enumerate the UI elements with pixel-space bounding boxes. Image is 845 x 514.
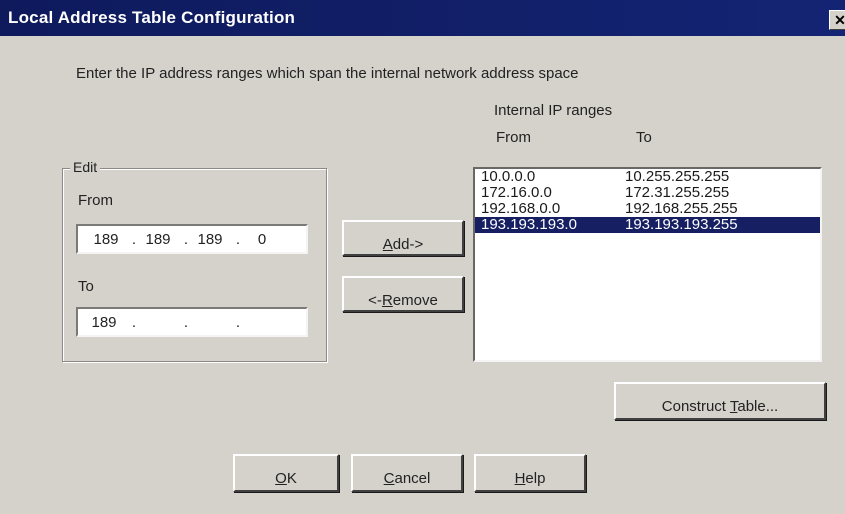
list-item[interactable]: 10.0.0.0 10.255.255.255 [475, 169, 820, 185]
window-title: Local Address Table Configuration [8, 8, 296, 27]
range-to: 10.255.255.255 [625, 168, 730, 185]
to-octet-1[interactable]: 189 [86, 314, 122, 331]
range-to: 192.168.255.255 [625, 200, 738, 217]
remove-button[interactable]: <-Remove [342, 276, 464, 312]
close-icon[interactable]: ✕ [829, 10, 845, 30]
from-dot-1: . [131, 231, 137, 248]
title-bar[interactable]: Local Address Table Configuration ✕ [0, 0, 845, 36]
from-octet-2[interactable]: 189 [140, 231, 176, 248]
list-item[interactable]: 172.16.0.0 172.31.255.255 [475, 185, 820, 201]
remove-label-pre: <- [368, 292, 382, 309]
ok-button[interactable]: OK [233, 454, 339, 492]
construct-label-post: able... [737, 398, 779, 415]
list-item-selected[interactable]: 193.193.193.0 193.193.193.255 [475, 217, 820, 233]
to-dot-3: . [235, 314, 241, 331]
cancel-label-post: ancel [394, 470, 431, 487]
help-label-post: elp [525, 470, 546, 487]
column-header-to: To [636, 129, 652, 146]
add-label-key: A [382, 236, 393, 253]
to-label: To [78, 278, 94, 295]
from-dot-2: . [183, 231, 189, 248]
from-dot-3: . [235, 231, 241, 248]
ok-label-post: K [286, 470, 297, 487]
help-label-key: H [514, 470, 526, 487]
range-from: 193.193.193.0 [481, 216, 577, 233]
to-ip-field[interactable]: 189 . . . [76, 307, 308, 337]
from-octet-3[interactable]: 189 [192, 231, 228, 248]
construct-table-button[interactable]: Construct Table... [614, 382, 826, 420]
construct-label-pre: Construct [661, 398, 730, 415]
help-button[interactable]: Help [474, 454, 586, 492]
column-header-from: From [496, 129, 531, 146]
edit-group-legend: Edit [70, 159, 101, 175]
from-octet-1[interactable]: 189 [88, 231, 124, 248]
from-label: From [78, 192, 113, 209]
to-dot-2: . [183, 314, 189, 331]
cancel-label-key: C [383, 470, 395, 487]
internal-ranges-label: Internal IP ranges [494, 102, 613, 119]
range-to: 193.193.193.255 [625, 216, 738, 233]
cancel-button[interactable]: Cancel [351, 454, 463, 492]
internal-ip-ranges-list[interactable]: 10.0.0.0 10.255.255.255 172.16.0.0 172.3… [473, 167, 822, 362]
range-from: 192.168.0.0 [481, 200, 561, 217]
remove-label-key: R [381, 292, 393, 309]
remove-label-post: emove [392, 292, 438, 309]
add-label-post: dd-> [392, 236, 424, 253]
from-ip-field[interactable]: 189 . 189 . 189 . 0 [76, 224, 308, 254]
local-address-table-dialog: Local Address Table Configuration ✕ Ente… [0, 0, 845, 514]
from-octet-4[interactable]: 0 [244, 231, 280, 248]
range-from: 10.0.0.0 [481, 168, 536, 185]
ok-label-key: O [275, 470, 287, 487]
add-button[interactable]: Add-> [342, 220, 464, 256]
range-to: 172.31.255.255 [625, 184, 730, 201]
list-item[interactable]: 192.168.0.0 192.168.255.255 [475, 201, 820, 217]
instruction-text: Enter the IP address ranges which span t… [76, 65, 579, 82]
to-dot-1: . [131, 314, 137, 331]
range-from: 172.16.0.0 [481, 184, 552, 201]
